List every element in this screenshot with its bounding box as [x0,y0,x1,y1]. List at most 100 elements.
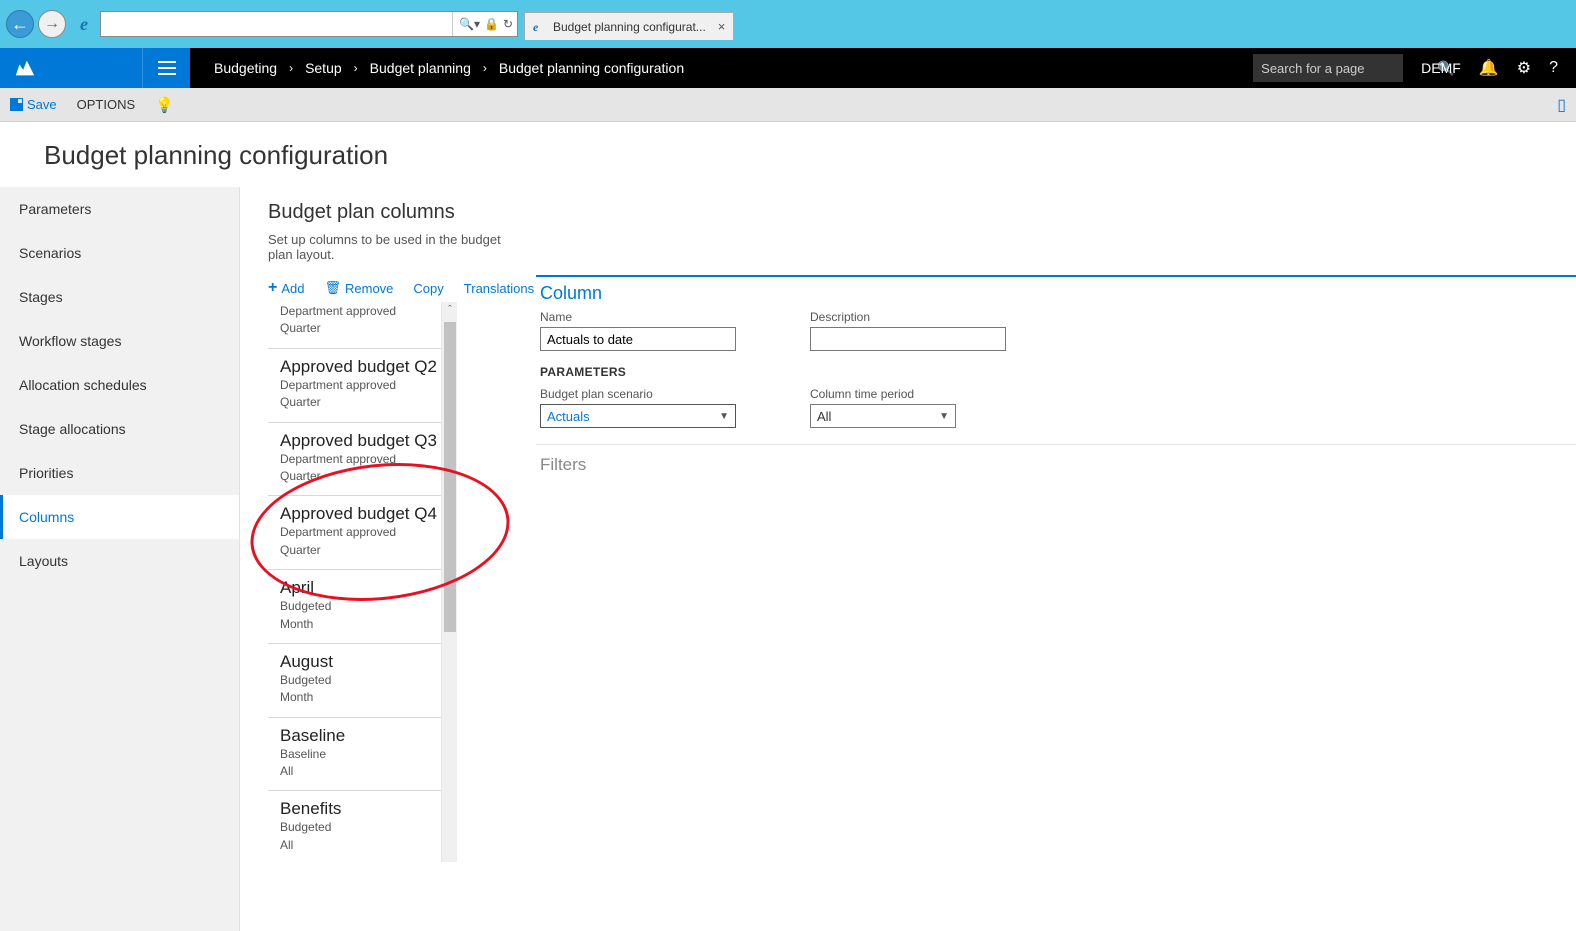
save-disk-icon [10,98,23,111]
sidebar-item-stage-allocations[interactable]: Stage allocations [0,407,239,451]
chevron-down-icon: ▼ [719,411,729,422]
list-item-sub1: Department approved [280,303,437,320]
breadcrumb-item[interactable]: Budget planning [370,60,471,76]
browser-back-button[interactable]: ← [6,10,34,38]
sidebar-item-stages[interactable]: Stages [0,275,239,319]
list-item[interactable]: BaselineBaselineAll [268,718,441,792]
list-item-title: August [280,652,437,672]
list-item-title: Baseline [280,726,437,746]
chevron-right-icon: › [354,61,358,75]
browser-tab[interactable]: e Budget planning configurat... × [524,12,734,40]
list-actions: +Add 🗑Remove Copy Translations [268,274,528,302]
topnav-right: DEMF 🔔 ⚙ ? [1403,58,1576,78]
remove-button[interactable]: 🗑Remove [324,280,393,296]
list-item-title: Benefits [280,799,437,819]
scenario-label: Budget plan scenario [540,387,736,401]
list-item-sub2: Quarter [280,394,437,411]
list-item[interactable]: AugustBudgetedMonth [268,644,441,718]
plus-icon: + [268,280,277,296]
browser-chrome: ← → e 🔍▾ 🔒 ↻ e Budget planning configura… [0,0,1576,48]
nav-hamburger-button[interactable] [142,48,190,88]
column-detail-panel: Column Name Description PARAMETERS Budge… [536,275,1576,931]
sidebar-item-priorities[interactable]: Priorities [0,451,239,495]
list-item-sub1: Budgeted [280,819,437,836]
office-icon[interactable]: ▯ [1557,95,1566,115]
scroll-up-icon[interactable]: ˆ [442,304,458,316]
config-sidebar: Parameters Scenarios Stages Workflow sta… [0,187,240,931]
list-item[interactable]: Approved budget Q4Department approvedQua… [268,496,441,570]
list-item-sub2: Month [280,689,437,706]
company-code[interactable]: DEMF [1421,60,1461,76]
action-bar: Save OPTIONS 💡 ▯ [0,88,1576,122]
scenario-select[interactable]: Actuals ▼ [540,404,736,428]
name-input[interactable] [540,327,736,351]
gear-icon[interactable]: ⚙ [1517,58,1531,78]
browser-url-bar[interactable]: 🔍▾ 🔒 ↻ [100,11,518,37]
tab-close-icon[interactable]: × [718,19,726,34]
search-dropdown-icon[interactable]: 🔍▾ [459,17,480,31]
sidebar-item-scenarios[interactable]: Scenarios [0,231,239,275]
help-icon[interactable]: ? [1549,59,1558,77]
page-title: Budget planning configuration [0,122,1576,187]
list-item-title: April [280,578,437,598]
breadcrumb-item[interactable]: Budget planning configuration [499,60,684,76]
description-input[interactable] [810,327,1006,351]
content-panel: Budget plan columns Set up columns to be… [240,187,1576,931]
period-value: All [817,409,831,424]
breadcrumb-item[interactable]: Budgeting [214,60,277,76]
save-button[interactable]: Save [10,97,57,112]
list-item-sub1: Department approved [280,524,437,541]
scenario-field: Budget plan scenario Actuals ▼ [540,387,736,428]
tab-favicon-icon: e [533,20,547,34]
section-title: Budget plan columns [268,201,528,224]
sidebar-item-layouts[interactable]: Layouts [0,539,239,583]
list-item-sub2: All [280,763,437,780]
breadcrumb: Budgeting › Setup › Budget planning › Bu… [214,60,684,76]
sidebar-item-allocation-schedules[interactable]: Allocation schedules [0,363,239,407]
refresh-icon[interactable]: ↻ [503,17,513,31]
list-item-sub2: All [280,837,437,854]
chevron-right-icon: › [289,61,293,75]
translations-button[interactable]: Translations [464,280,534,296]
global-search[interactable]: 🔍 [1253,54,1403,82]
app-top-nav: Budgeting › Setup › Budget planning › Bu… [0,48,1576,88]
chevron-right-icon: › [483,61,487,75]
list-item[interactable]: Approved budget Q3Department approvedQua… [268,423,441,497]
browser-forward-button[interactable]: → [38,10,66,38]
list-item[interactable]: AprilBudgetedMonth [268,570,441,644]
filters-header[interactable]: Filters [536,444,1576,475]
lightbulb-icon[interactable]: 💡 [155,96,174,114]
period-select[interactable]: All ▼ [810,404,956,428]
scenario-value: Actuals [547,409,590,424]
list-item-sub2: Quarter [280,320,437,337]
sidebar-item-parameters[interactable]: Parameters [0,187,239,231]
list-item-sub1: Department approved [280,377,437,394]
save-label: Save [27,97,57,112]
main-content: Parameters Scenarios Stages Workflow sta… [0,187,1576,931]
list-item-sub1: Baseline [280,746,437,763]
scrollbar-thumb[interactable] [444,322,456,632]
sidebar-item-columns[interactable]: Columns [0,495,239,539]
breadcrumb-item[interactable]: Setup [305,60,342,76]
chevron-down-icon: ▼ [939,411,949,422]
list-item[interactable]: BenefitsBudgetedAll [268,791,441,862]
add-label: Add [281,281,304,296]
sidebar-item-workflow-stages[interactable]: Workflow stages [0,319,239,363]
list-item-sub1: Department approved [280,451,437,468]
detail-header: Column [536,283,1576,310]
list-item[interactable]: Approved budget Q2Department approvedQua… [268,349,441,423]
url-input[interactable] [105,17,452,31]
list-scrollbar[interactable]: ˆ [441,302,457,862]
bell-icon[interactable]: 🔔 [1479,58,1499,78]
list-item-sub2: Quarter [280,468,437,485]
app-logo[interactable] [0,48,142,88]
description-label: Description [810,310,1006,324]
list-item[interactable]: Department approvedQuarter [268,303,441,349]
options-button[interactable]: OPTIONS [77,97,136,112]
list-item-sub2: Quarter [280,542,437,559]
period-label: Column time period [810,387,956,401]
copy-button[interactable]: Copy [413,280,443,296]
add-button[interactable]: + Add [268,280,304,296]
list-item-title: Approved budget Q3 [280,431,437,451]
trash-icon: 🗑 [324,280,341,296]
